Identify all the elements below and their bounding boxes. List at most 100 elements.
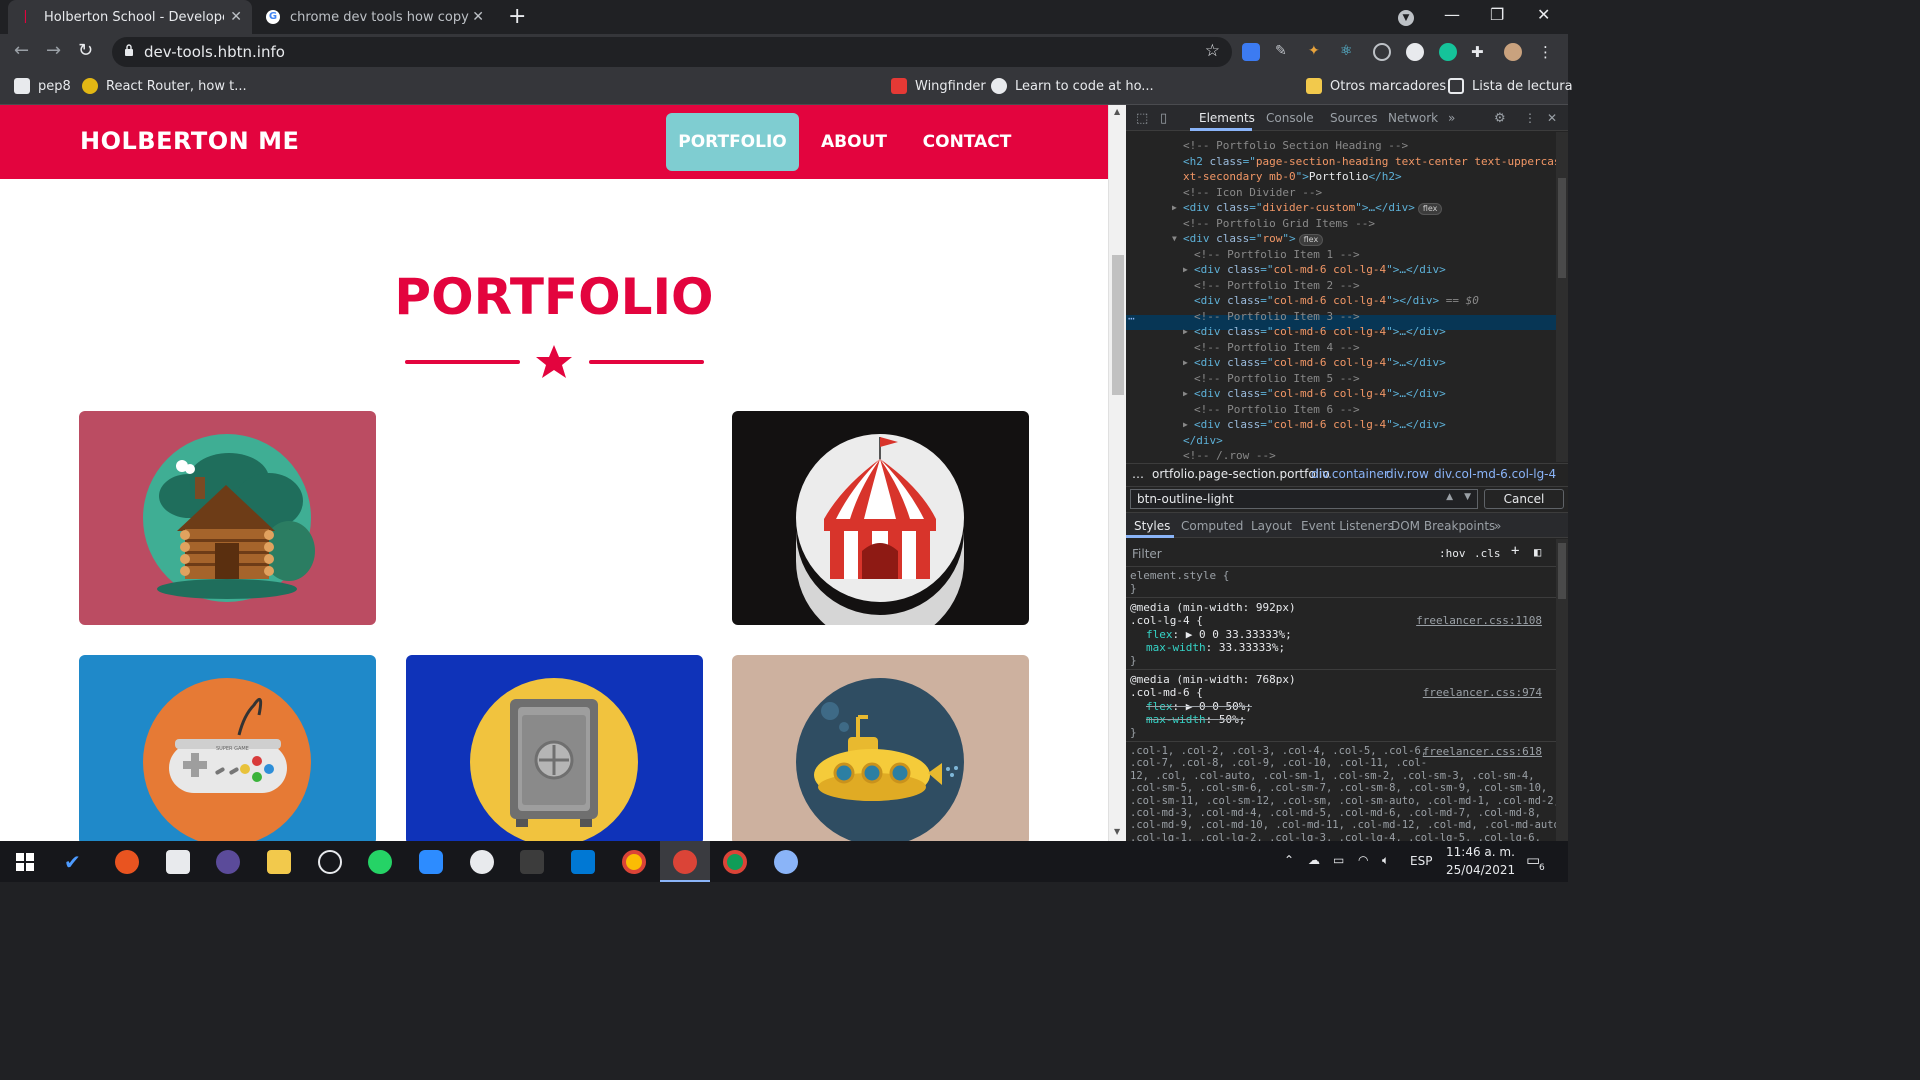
device-toolbar-icon[interactable]: ▯ [1160,111,1167,126]
breadcrumb-section[interactable]: ortfolio.page-section.portfolio [1152,467,1330,481]
eclipse-icon[interactable] [216,850,240,874]
rstudio-icon[interactable] [166,850,190,874]
dom-node-line[interactable]: ▶ <div class="col-md-6 col-lg-4">…</div> [1126,355,1556,371]
dom-node-line[interactable]: ▶ <div class="col-md-6 col-lg-4">…</div> [1126,262,1556,278]
tab-sources[interactable]: Sources [1330,111,1377,125]
tab-google-search[interactable]: G chrome dev tools how copy style ✕ [254,0,494,34]
extensions-puzzle-icon[interactable]: ✚ [1471,43,1489,61]
selector-col-lg-4[interactable]: .col-lg-4 { [1130,614,1203,627]
whatsapp-icon[interactable] [368,850,392,874]
clock-date[interactable]: 25/04/2021 [1446,863,1515,877]
portfolio-item-safe[interactable] [406,655,703,841]
subtab-dom-breakpoints[interactable]: DOM Breakpoints [1391,519,1495,533]
todo-app-icon[interactable]: ✔ [64,850,88,874]
hov-toggle[interactable]: :hov [1439,547,1466,560]
windows-start-icon[interactable] [16,853,34,871]
dom-scrollbar[interactable] [1556,132,1568,462]
tab-network[interactable]: Network [1388,111,1438,125]
file-explorer-icon[interactable] [267,850,291,874]
settings-gear-icon[interactable]: ⚙ [1494,111,1506,126]
scroll-up-icon[interactable]: ▲ [1114,107,1120,116]
close-devtools-icon[interactable]: ✕ [1547,111,1557,125]
close-tab-icon[interactable]: ✕ [472,9,484,25]
devtools-menu-icon[interactable]: ⋮ [1524,111,1536,125]
dom-node-line[interactable]: <!-- Portfolio Item 4 --> [1126,340,1556,356]
zoom-icon[interactable] [419,850,443,874]
subtab-computed[interactable]: Computed [1181,519,1243,533]
search-next-icon[interactable]: ▼ [1464,492,1471,502]
styles-scrollbar-thumb[interactable] [1558,543,1566,599]
bookmark-learn-to-code[interactable]: Learn to code at ho... [991,78,1154,94]
page-scrollbar[interactable]: ▲ ▼ [1108,105,1126,841]
onedrive-icon[interactable]: ☁ [1308,853,1320,867]
dom-node-line[interactable]: ▶ <div class="col-md-6 col-lg-4">…</div> [1126,417,1556,433]
source-link-618[interactable]: freelancer.css:618 [1423,745,1542,758]
dom-node-line[interactable]: <!-- /.row --> [1126,448,1556,464]
paint-icon[interactable] [774,850,798,874]
site-brand[interactable]: HOLBERTON ME [80,127,299,155]
bookmark-star-icon[interactable]: ☆ [1205,41,1220,61]
dom-node-line[interactable]: <h2 class="page-section-heading text-cen… [1126,154,1567,170]
pen-extension-icon[interactable]: ✎ [1275,43,1293,61]
dom-node-line[interactable]: ▼ <div class="row"> flex [1126,231,1556,247]
scroll-down-icon[interactable]: ▼ [1114,827,1120,836]
breadcrumb-container[interactable]: div.container [1311,467,1389,481]
bookmark-folder-otros[interactable]: Otros marcadores [1306,78,1446,94]
obs-icon[interactable] [318,850,342,874]
decl-maxwidth-1[interactable]: max-width: 33.33333%; [1146,641,1285,654]
source-link-1108[interactable]: freelancer.css:1108 [1416,614,1542,627]
maximize-icon[interactable]: ❐ [1490,5,1504,24]
nav-about[interactable]: ABOUT [810,113,898,171]
dom-node-line[interactable]: <!-- Portfolio Grid Items --> [1126,216,1556,232]
back-icon[interactable]: ← [14,40,29,61]
new-tab-icon[interactable]: + [508,4,526,29]
cls-toggle[interactable]: .cls [1474,547,1501,560]
dom-scrollbar-thumb[interactable] [1558,178,1566,278]
styles-scrollbar[interactable] [1556,539,1568,841]
new-rule-icon[interactable]: + [1511,543,1519,559]
dom-node-line[interactable]: <!-- Icon Divider --> [1126,185,1556,201]
forward-icon[interactable]: → [46,40,61,61]
minimize-icon[interactable]: — [1444,5,1460,24]
translate-extension-icon[interactable] [1242,43,1260,61]
chrome-profile-icon[interactable] [673,850,697,874]
source-link-974[interactable]: freelancer.css:974 [1423,686,1542,699]
inspect-element-icon[interactable]: ⬚ [1136,111,1148,126]
close-tab-icon[interactable]: ✕ [230,9,242,25]
decl-flex-2[interactable]: flex: ▶ 0 0 50%; [1146,700,1252,713]
wifi-icon[interactable]: ◠ [1358,853,1368,867]
decl-maxwidth-2[interactable]: max-width: 50%; [1146,713,1245,726]
grammarly-icon[interactable] [1439,43,1457,61]
breadcrumb-col[interactable]: div.col-md-6.col-lg-4 [1434,467,1556,481]
profile-avatar[interactable] [1504,43,1522,61]
bookmark-pep8[interactable]: pep8 [14,78,71,94]
dom-node-line[interactable]: ▶ <div class="col-md-6 col-lg-4">…</div> [1126,324,1556,340]
ghost-extension-icon[interactable] [1406,43,1424,61]
react-devtools-icon[interactable]: ⚛ [1340,43,1358,61]
dom-node-line[interactable]: ▶ <div class="col-md-6 col-lg-4">…</div> [1126,386,1556,402]
tab-console[interactable]: Console [1266,111,1314,125]
dom-node-line[interactable]: <div class="col-md-6 col-lg-4"></div> ==… [1126,293,1556,309]
styles-filter-input[interactable]: Filter [1132,547,1162,561]
dom-node-line[interactable]: <!-- Portfolio Item 5 --> [1126,371,1556,387]
nav-portfolio[interactable]: PORTFOLIO [666,113,799,171]
slack-icon[interactable] [470,850,494,874]
dom-search-input[interactable]: btn-outline-light ▲ ▼ [1130,489,1478,509]
chrome-profile-2-icon[interactable] [723,850,747,874]
vscode-icon[interactable] [571,850,595,874]
nav-contact[interactable]: CONTACT [912,113,1022,171]
crossed-extension-icon[interactable]: ✦ [1308,43,1326,61]
more-subtabs-icon[interactable]: » [1494,519,1501,533]
bookmark-wingfinder[interactable]: Wingfinder [891,78,986,94]
portfolio-item-controller[interactable]: SUPER GAME [79,655,376,841]
dom-node-line[interactable]: <!-- Portfolio Item 6 --> [1126,402,1556,418]
more-menu-icon[interactable]: ⋮ [1538,43,1556,61]
search-prev-icon[interactable]: ▲ [1446,492,1453,502]
breadcrumb-ellipsis[interactable]: … [1132,467,1144,481]
dom-node-line[interactable]: <!-- Portfolio Item 3 --> [1126,309,1556,325]
chrome-icon[interactable] [622,850,646,874]
selector-col-md-6[interactable]: .col-md-6 { [1130,686,1203,699]
tab-elements[interactable]: Elements [1199,111,1255,125]
portfolio-item-circus[interactable] [732,411,1029,625]
subtab-event-listeners[interactable]: Event Listeners [1301,519,1394,533]
